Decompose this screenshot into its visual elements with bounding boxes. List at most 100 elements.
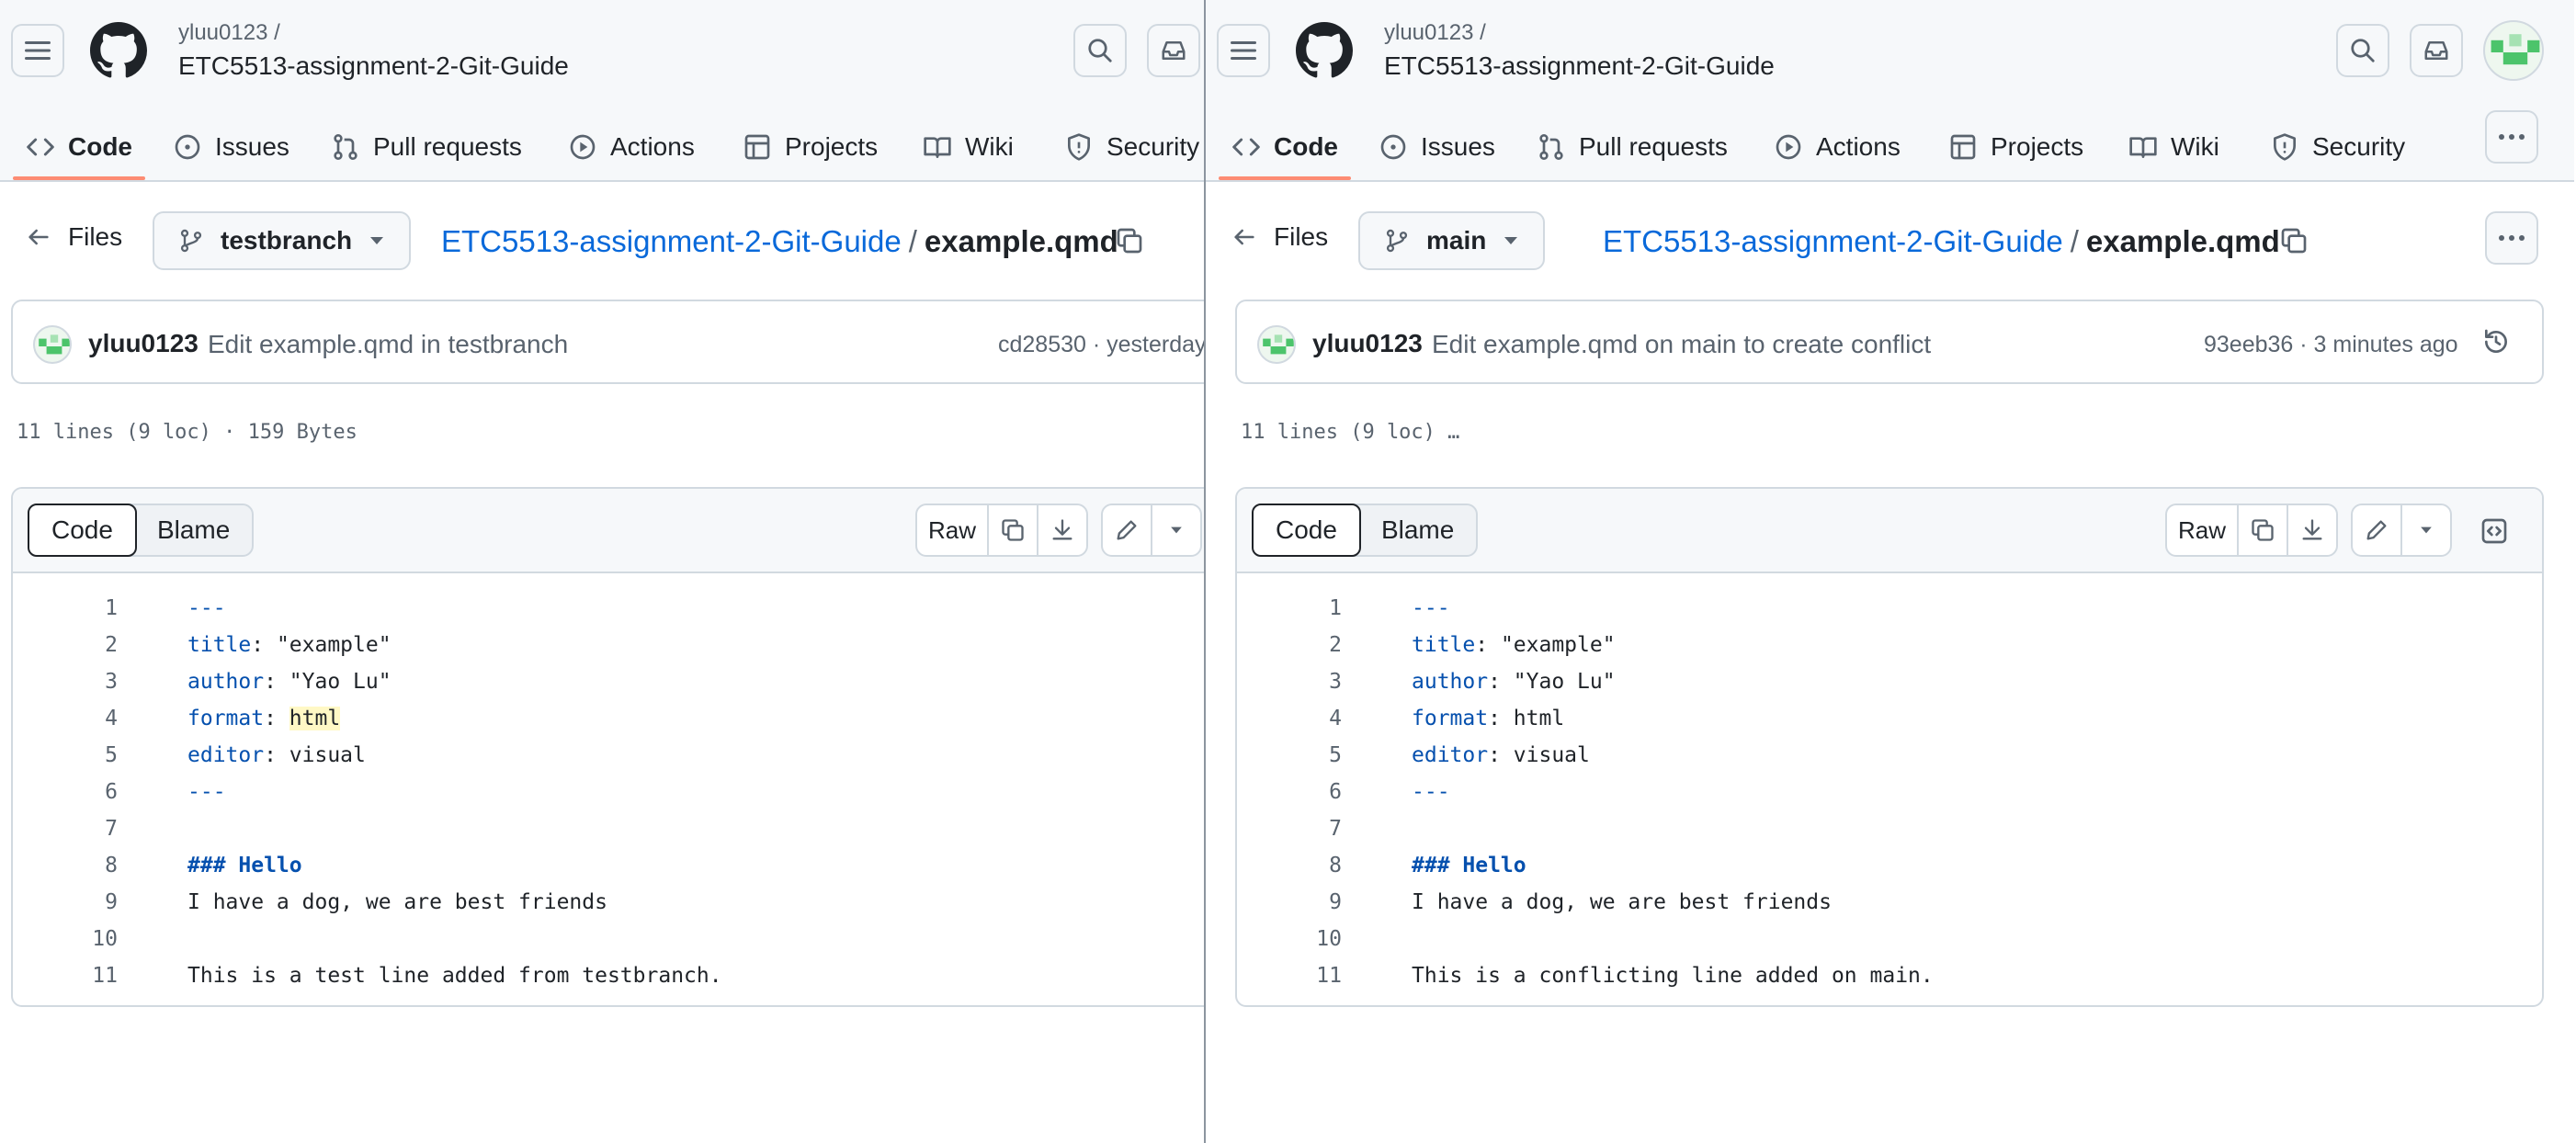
kebab-horizontal-icon — [2499, 235, 2525, 241]
files-back-button[interactable]: Files — [1231, 222, 1328, 252]
latest-commit-box: yluu0123 Edit example.qmd on main to cre… — [1235, 300, 2544, 384]
tab-issues[interactable]: Issues — [1379, 116, 1495, 178]
line-number[interactable]: 8 — [13, 854, 118, 877]
yaml-key: author — [187, 670, 265, 694]
line-number[interactable]: 5 — [1237, 743, 1342, 767]
commit-message[interactable]: Edit example.qmd in testbranch — [208, 330, 568, 359]
tab-pull-requests-label: Pull requests — [1579, 132, 1728, 161]
breadcrumb-repo-link[interactable]: ETC5513-assignment-2-Git-Guide — [1603, 224, 2063, 258]
line-number[interactable]: 9 — [1237, 890, 1342, 914]
line-number[interactable]: 1 — [13, 596, 118, 620]
files-back-button[interactable]: Files — [26, 222, 122, 252]
user-avatar[interactable] — [33, 325, 72, 364]
tab-projects[interactable]: Projects — [1948, 116, 2083, 178]
download-button[interactable] — [2288, 505, 2336, 555]
tab-security[interactable]: Security — [1064, 116, 1199, 178]
branch-selector[interactable]: main — [1358, 211, 1546, 270]
commit-hash-time[interactable]: 93eeb36 · 3 minutes ago — [2204, 332, 2458, 358]
inbox-icon — [1162, 41, 1186, 60]
line-number[interactable]: 2 — [1237, 633, 1342, 657]
line-number[interactable]: 10 — [1237, 927, 1342, 951]
line-number[interactable]: 10 — [13, 927, 118, 951]
history-button[interactable] — [2468, 314, 2524, 369]
tab-pull-requests[interactable]: Pull requests — [331, 116, 522, 178]
edit-menu-button[interactable] — [1152, 505, 1200, 555]
tab-projects[interactable]: Projects — [743, 116, 878, 178]
copy-raw-button[interactable] — [2239, 505, 2289, 555]
inbox-button[interactable] — [2410, 24, 2463, 77]
blame-view-tab[interactable]: Blame — [135, 505, 252, 555]
raw-button[interactable]: Raw — [2167, 505, 2240, 555]
play-circle-icon — [1776, 134, 1801, 160]
line-number[interactable]: 6 — [1237, 780, 1342, 804]
edit-button[interactable] — [2353, 505, 2402, 555]
tab-security[interactable]: Security — [2270, 116, 2405, 178]
github-logo-icon[interactable] — [1296, 22, 1353, 79]
line-number[interactable]: 9 — [13, 890, 118, 914]
raw-button[interactable]: Raw — [917, 505, 990, 555]
commit-author[interactable]: yluu0123 — [88, 329, 199, 358]
line-number[interactable]: 4 — [1237, 707, 1342, 730]
copy-path-button[interactable] — [2266, 213, 2321, 268]
file-more-button[interactable] — [2485, 211, 2538, 265]
line-number[interactable]: 3 — [1237, 670, 1342, 694]
yaml-key: author — [1412, 670, 1489, 694]
line-number[interactable]: 4 — [13, 707, 118, 730]
highlighted-text: html — [289, 707, 341, 730]
tab-pull-requests[interactable]: Pull requests — [1537, 116, 1728, 178]
tab-security-label: Security — [2312, 132, 2406, 161]
tab-issues[interactable]: Issues — [173, 116, 289, 178]
line-number[interactable]: 5 — [13, 743, 118, 767]
code-view-tab[interactable]: Code — [28, 504, 137, 557]
repo-name[interactable]: ETC5513-assignment-2-Git-Guide — [1384, 51, 1775, 81]
line-number[interactable]: 6 — [13, 780, 118, 804]
breadcrumb-repo-link[interactable]: ETC5513-assignment-2-Git-Guide — [441, 224, 902, 258]
symbols-panel-button[interactable] — [2467, 504, 2522, 559]
more-nav-button[interactable] — [2485, 110, 2538, 164]
line-number[interactable]: 8 — [1237, 854, 1342, 877]
line-number[interactable]: 7 — [1237, 817, 1342, 841]
code-line: 7 — [13, 810, 1204, 847]
search-button[interactable] — [1073, 24, 1127, 77]
line-text: : "Yao Lu" — [1488, 670, 1616, 694]
commit-message[interactable]: Edit example.qmd on main to create confl… — [1432, 330, 1931, 359]
tab-wiki[interactable]: Wiki — [923, 116, 1014, 178]
menu-button[interactable] — [11, 24, 64, 77]
edit-button[interactable] — [1103, 505, 1152, 555]
files-label: Files — [1274, 222, 1329, 251]
tab-actions[interactable]: Actions — [1774, 116, 1901, 178]
copy-path-button[interactable] — [1102, 213, 1157, 268]
line-number[interactable]: 3 — [13, 670, 118, 694]
yaml-key: editor — [187, 743, 265, 767]
search-button[interactable] — [2336, 24, 2389, 77]
line-number[interactable]: 1 — [1237, 596, 1342, 620]
line-number[interactable]: 11 — [13, 964, 118, 988]
github-logo-icon[interactable] — [90, 22, 147, 79]
tab-actions[interactable]: Actions — [568, 116, 695, 178]
line-number[interactable]: 11 — [1237, 964, 1342, 988]
copy-icon — [2252, 519, 2274, 541]
profile-avatar[interactable] — [2483, 20, 2544, 81]
repo-owner[interactable]: yluu0123 / — [1384, 20, 1486, 46]
line-text: : "example" — [1475, 633, 1616, 657]
tab-code[interactable]: Code — [1231, 116, 1338, 178]
line-number[interactable]: 2 — [13, 633, 118, 657]
repo-name[interactable]: ETC5513-assignment-2-Git-Guide — [178, 51, 569, 81]
copy-raw-button[interactable] — [989, 505, 1039, 555]
tab-wiki[interactable]: Wiki — [2128, 116, 2219, 178]
download-button[interactable] — [1038, 505, 1086, 555]
inbox-button[interactable] — [1147, 24, 1200, 77]
book-icon — [2129, 137, 2157, 158]
user-avatar[interactable] — [1257, 325, 1296, 364]
tab-code[interactable]: Code — [26, 116, 132, 178]
blame-view-tab[interactable]: Blame — [1359, 505, 1476, 555]
menu-button[interactable] — [1217, 24, 1270, 77]
branch-selector[interactable]: testbranch — [153, 211, 412, 270]
code-line: 6 --- — [1237, 774, 2542, 810]
commit-hash-time[interactable]: cd28530 · yesterday — [998, 332, 1204, 358]
code-view-tab[interactable]: Code — [1252, 504, 1361, 557]
edit-menu-button[interactable] — [2402, 505, 2450, 555]
line-number[interactable]: 7 — [13, 817, 118, 841]
repo-owner[interactable]: yluu0123 / — [178, 20, 280, 46]
commit-author[interactable]: yluu0123 — [1312, 329, 1423, 358]
